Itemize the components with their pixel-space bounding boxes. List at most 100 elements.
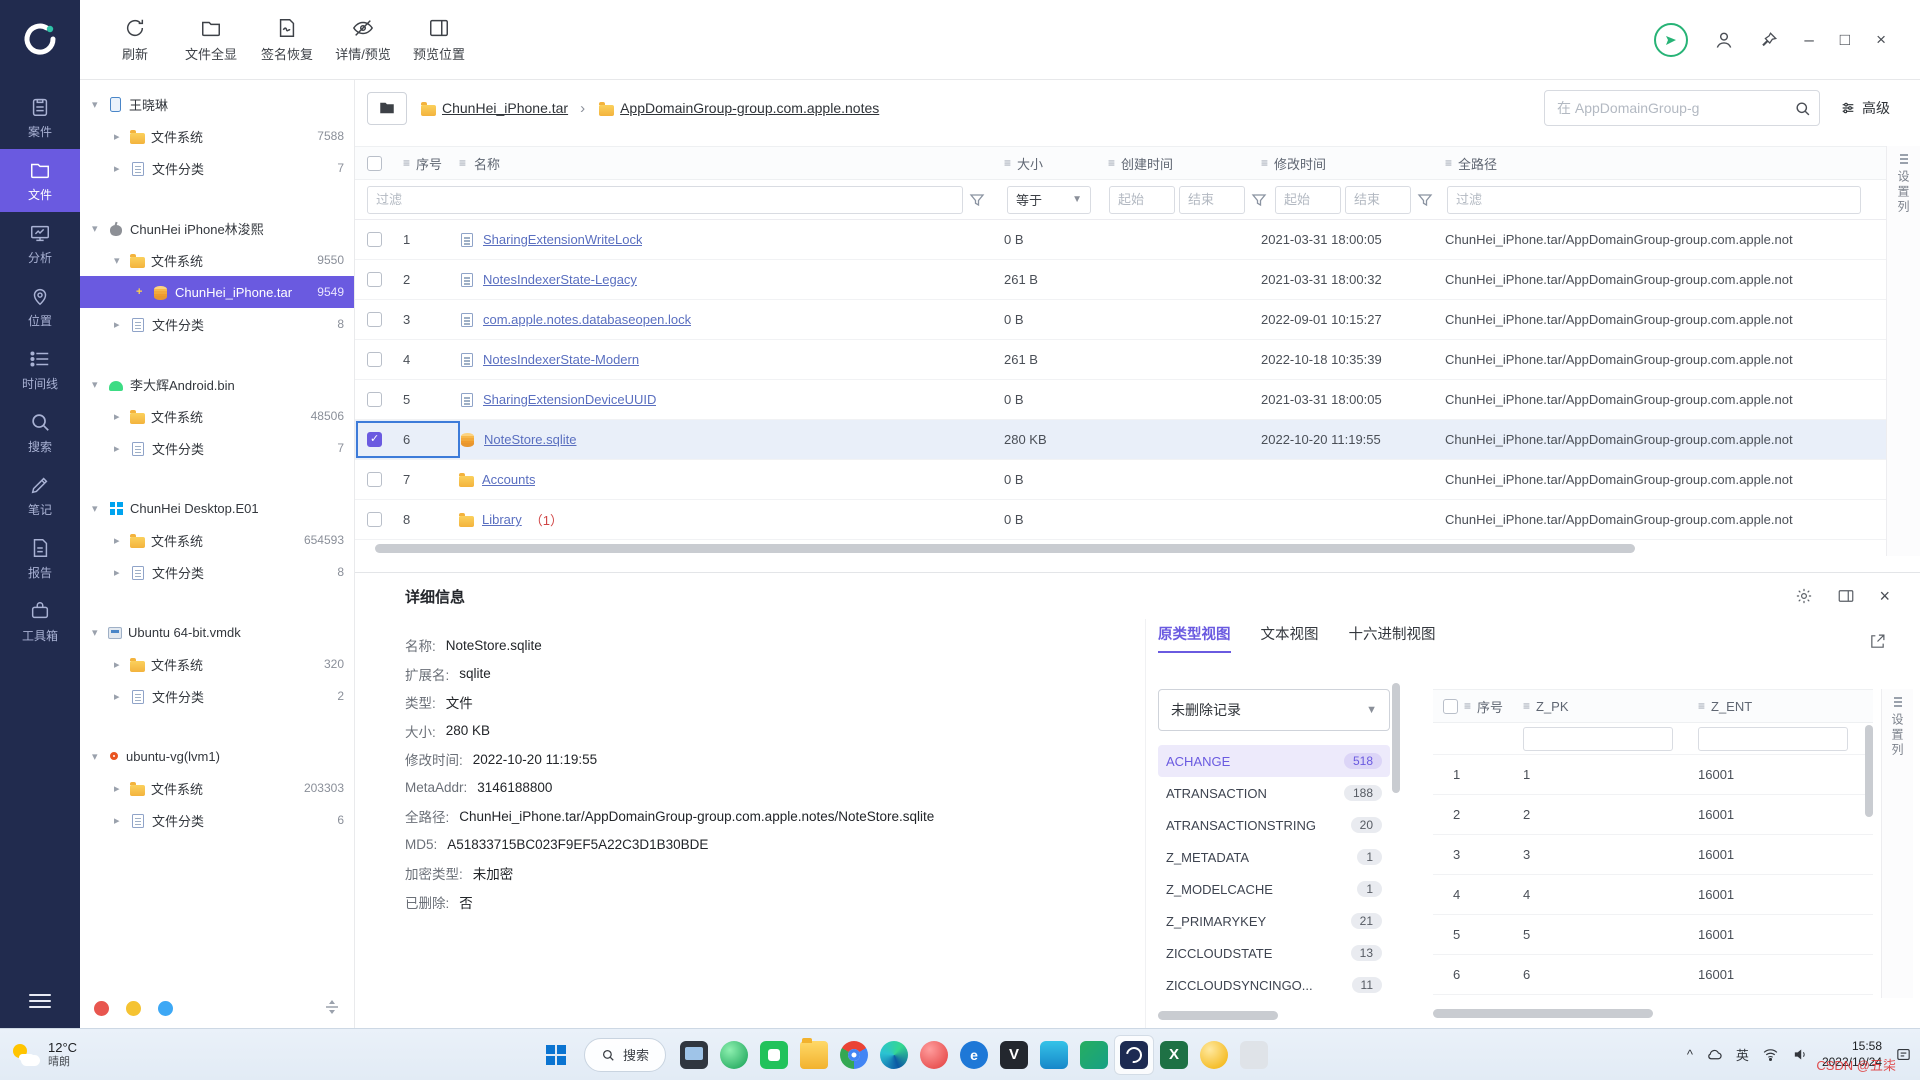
close-details-icon[interactable]: × [1879, 587, 1890, 605]
expander-icon[interactable]: ▸ [114, 658, 130, 671]
taskbar-app-icon[interactable]: V [994, 1035, 1034, 1075]
row-checkbox[interactable] [367, 272, 382, 287]
header-path[interactable]: ≡全路径 [1445, 154, 1886, 173]
yellow-tag-dot[interactable] [126, 1001, 141, 1016]
taskbar-app-icon[interactable] [914, 1035, 954, 1075]
expander-icon[interactable]: + [136, 286, 152, 298]
file-table-row[interactable]: 8 Library （1） 0 B ChunHei_iPhone.tar/App… [355, 500, 1886, 540]
sidebar-item-files[interactable]: 文件 [0, 149, 80, 212]
sidebar-item-toolbox[interactable]: 工具箱 [0, 590, 80, 653]
tree-item[interactable]: ▸ 文件分类 7 [80, 432, 354, 464]
db-table-list-item[interactable]: Z_PRIMARYKEY 21 [1158, 905, 1390, 937]
expander-icon[interactable]: ▸ [114, 410, 130, 423]
db-record-row[interactable]: 1 1 16001 [1433, 755, 1873, 795]
db-table-list-item[interactable]: Z_METADATA 1 [1158, 841, 1390, 873]
tree-item[interactable]: ▸ 文件系统 48506 [80, 400, 354, 432]
db-record-row[interactable]: 3 3 16001 [1433, 835, 1873, 875]
column-menu-icon[interactable]: ≡ [1445, 156, 1452, 170]
tree-item[interactable]: ▾ 李大辉Android.bin [80, 368, 354, 400]
sidebar-item-timeline[interactable]: 时间线 [0, 338, 80, 401]
taskbar-app-icon[interactable]: e [954, 1035, 994, 1075]
taskbar-app-icon[interactable] [714, 1035, 754, 1075]
search-icon[interactable] [1794, 100, 1811, 117]
tree-item[interactable]: ▸ 文件分类 8 [80, 308, 354, 340]
column-menu-icon[interactable]: ≡ [459, 156, 466, 170]
gear-icon[interactable] [1795, 587, 1813, 605]
column-menu-icon[interactable]: ≡ [403, 156, 410, 170]
zent-filter-input[interactable] [1698, 727, 1848, 751]
column-menu-icon[interactable]: ≡ [1108, 156, 1115, 170]
ctime-start-input[interactable] [1109, 186, 1175, 214]
expander-icon[interactable]: ▸ [114, 162, 130, 175]
wifi-icon[interactable] [1762, 1046, 1779, 1063]
expander-icon[interactable]: ▸ [114, 318, 130, 331]
ime-language-indicator[interactable]: 英 [1736, 1045, 1749, 1064]
ctime-end-input[interactable] [1179, 186, 1245, 214]
tree-item[interactable]: ▸ 文件分类 2 [80, 680, 354, 712]
row-checkbox[interactable] [367, 512, 382, 527]
tree-item[interactable]: ▾ 王晓琳 [80, 88, 354, 120]
tab-original-view[interactable]: 原类型视图 [1158, 623, 1231, 653]
red-tag-dot[interactable] [94, 1001, 109, 1016]
file-name-link[interactable]: com.apple.notes.databaseopen.lock [483, 312, 691, 327]
panel-splitter-icon[interactable] [324, 999, 340, 1018]
taskbar-weather[interactable]: 12°C 晴朗 [12, 1029, 77, 1080]
expander-icon[interactable]: ▸ [114, 782, 130, 795]
sidebar-item-case[interactable]: 案件 [0, 86, 80, 149]
tree-item[interactable]: ▾ 文件系统 9550 [80, 244, 354, 276]
taskbar-app-icon[interactable] [1114, 1035, 1154, 1075]
select-all-checkbox[interactable] [1443, 699, 1458, 714]
expander-icon[interactable]: ▾ [92, 222, 108, 235]
header-ctime[interactable]: ≡创建时间 [1108, 154, 1261, 173]
row-checkbox[interactable] [367, 392, 382, 407]
close-button[interactable]: × [1876, 31, 1886, 48]
search-input[interactable] [1557, 100, 1794, 116]
preview-position-button[interactable]: 预览位置 [406, 17, 472, 63]
sidebar-item-location[interactable]: 位置 [0, 275, 80, 338]
header-num[interactable]: ≡序号 [395, 154, 459, 173]
file-name-link[interactable]: SharingExtensionWriteLock [483, 232, 642, 247]
expander-icon[interactable]: ▸ [114, 566, 130, 579]
funnel-icon[interactable] [969, 192, 985, 208]
tree-item[interactable]: + ChunHei_iPhone.tar 9549 [80, 276, 354, 308]
mtime-end-input[interactable] [1345, 186, 1411, 214]
db-record-row[interactable]: 4 4 16001 [1433, 875, 1873, 915]
header-name[interactable]: ≡名称 [459, 154, 1004, 173]
volume-icon[interactable] [1792, 1046, 1809, 1063]
tree-item[interactable]: ▸ 文件系统 320 [80, 648, 354, 680]
tree-item[interactable]: ▾ Ubuntu 64-bit.vmdk [80, 616, 354, 648]
start-button[interactable] [536, 1035, 576, 1075]
column-menu-icon[interactable]: ≡ [1261, 156, 1268, 170]
column-menu-icon[interactable]: ≡ [1004, 156, 1011, 170]
taskbar-search[interactable]: 搜索 [584, 1038, 666, 1072]
taskbar-app-icon[interactable] [754, 1035, 794, 1075]
tree-item[interactable]: ▸ 文件系统 654593 [80, 524, 354, 556]
file-table-row[interactable]: 1 SharingExtensionWriteLock 0 B 2021-03-… [355, 220, 1886, 260]
expander-icon[interactable]: ▸ [114, 534, 130, 547]
open-in-window-icon[interactable] [1869, 633, 1886, 653]
file-table-row[interactable]: 4 NotesIndexerState-Modern 261 B 2022-10… [355, 340, 1886, 380]
sidebar-item-search[interactable]: 搜索 [0, 401, 80, 464]
db-record-row[interactable]: 2 2 16001 [1433, 795, 1873, 835]
row-checkbox[interactable] [367, 232, 382, 247]
tree-item[interactable]: ▾ ChunHei iPhone林浚熙 [80, 212, 354, 244]
file-name-link[interactable]: Accounts [482, 472, 535, 487]
minimize-button[interactable]: – [1804, 31, 1813, 48]
header-mtime[interactable]: ≡修改时间 [1261, 154, 1445, 173]
tree-item[interactable]: ▾ ubuntu-vg(lvm1) [80, 740, 354, 772]
sidebar-item-report[interactable]: 报告 [0, 527, 80, 590]
tab-text-view[interactable]: 文本视图 [1261, 623, 1319, 653]
tree-item[interactable]: ▸ 文件系统 7588 [80, 120, 354, 152]
funnel-icon[interactable] [1417, 192, 1433, 208]
show-all-files-button[interactable]: 文件全显 [178, 17, 244, 63]
breadcrumb-link[interactable]: ChunHei_iPhone.tar [442, 100, 568, 116]
file-name-link[interactable]: NotesIndexerState-Modern [483, 352, 639, 367]
signature-recovery-button[interactable]: 签名恢复 [254, 17, 320, 63]
scrollbar-thumb[interactable] [1392, 683, 1400, 793]
funnel-icon[interactable] [1251, 192, 1267, 208]
db-table-list-item[interactable]: ATRANSACTION 188 [1158, 777, 1390, 809]
taskbar-app-icon[interactable] [794, 1035, 834, 1075]
menu-icon[interactable] [29, 990, 51, 1012]
expander-icon[interactable]: ▸ [114, 690, 130, 703]
expander-icon[interactable]: ▾ [92, 378, 108, 391]
